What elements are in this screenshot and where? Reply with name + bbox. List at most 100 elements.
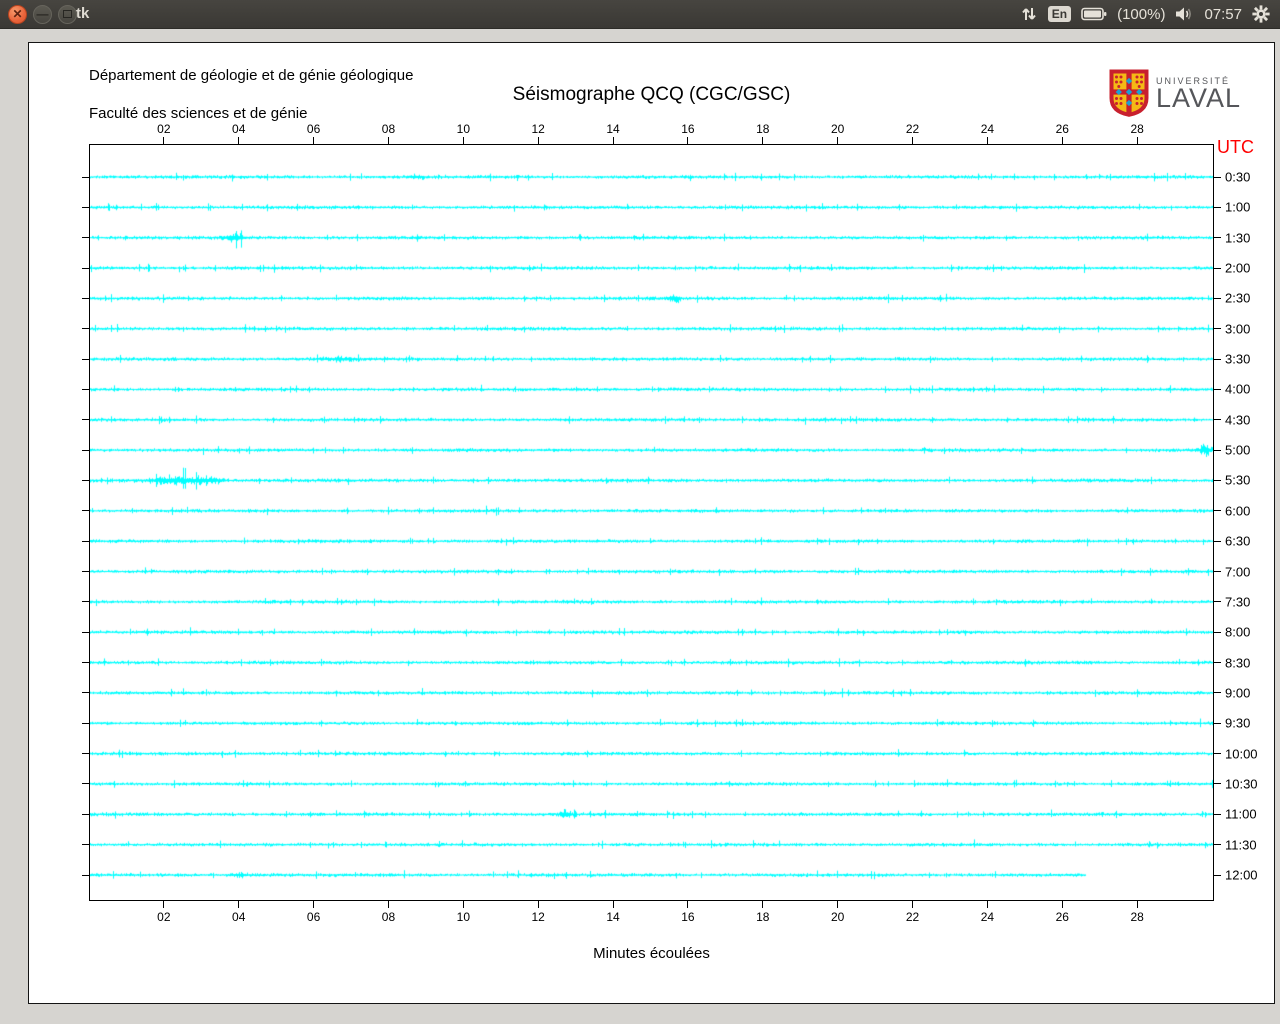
utc-row-label: 11:00 bbox=[1225, 806, 1257, 822]
x-tick-label-top: 12 bbox=[531, 122, 545, 136]
row-tick-right bbox=[1214, 510, 1221, 512]
x-tick-label-top: 04 bbox=[232, 122, 246, 136]
row-tick-left bbox=[82, 844, 89, 846]
window-buttons: ✕ — bbox=[8, 0, 77, 28]
laval-wordmark: UNIVERSITÉ LAVAL bbox=[1156, 76, 1241, 112]
row-tick-right bbox=[1214, 479, 1221, 481]
row-tick-right bbox=[1214, 297, 1221, 299]
window-titlebar: ✕ — tk En (100%) 07:57 bbox=[0, 0, 1280, 29]
network-updown-arrows-icon[interactable] bbox=[1020, 5, 1038, 23]
row-tick-left bbox=[82, 297, 89, 299]
row-tick-right bbox=[1214, 722, 1221, 724]
x-tick-top bbox=[163, 137, 165, 144]
x-tick-bottom bbox=[612, 901, 614, 908]
x-tick-top bbox=[537, 137, 539, 144]
row-tick-right bbox=[1214, 176, 1221, 178]
row-tick-left bbox=[82, 449, 89, 451]
row-tick-right bbox=[1214, 237, 1221, 239]
minimize-button[interactable]: — bbox=[33, 4, 52, 24]
x-axis-title: Minutes écoulées bbox=[593, 945, 710, 962]
utc-row-label: 11:30 bbox=[1225, 837, 1257, 853]
row-tick-left bbox=[82, 388, 89, 390]
x-tick-bottom bbox=[762, 901, 764, 908]
volume-icon[interactable] bbox=[1175, 6, 1194, 22]
x-tick-label-bottom: 16 bbox=[681, 910, 695, 924]
row-tick-left bbox=[82, 783, 89, 785]
x-tick-label-top: 14 bbox=[606, 122, 620, 136]
row-tick-right bbox=[1214, 267, 1221, 269]
row-tick-left bbox=[82, 328, 89, 330]
x-tick-label-top: 16 bbox=[681, 122, 695, 136]
x-tick-top bbox=[762, 137, 764, 144]
seismogram-plot-area bbox=[89, 144, 1214, 901]
row-tick-right bbox=[1214, 206, 1221, 208]
maximize-icon bbox=[63, 10, 72, 18]
x-tick-top bbox=[837, 137, 839, 144]
row-tick-left bbox=[82, 601, 89, 603]
utc-row-label: 1:00 bbox=[1225, 199, 1251, 215]
row-tick-left bbox=[82, 874, 89, 876]
x-tick-top bbox=[612, 137, 614, 144]
utc-row-label: 3:30 bbox=[1225, 351, 1251, 367]
utc-row-label: 5:30 bbox=[1225, 472, 1251, 488]
x-tick-label-bottom: 02 bbox=[157, 910, 171, 924]
maximize-button[interactable] bbox=[58, 4, 77, 24]
x-tick-bottom bbox=[238, 901, 240, 908]
row-tick-right bbox=[1214, 449, 1221, 451]
battery-percent-label: (100%) bbox=[1117, 5, 1166, 23]
utc-row-label: 7:00 bbox=[1225, 564, 1251, 580]
x-tick-label-bottom: 26 bbox=[1055, 910, 1069, 924]
x-tick-top bbox=[238, 137, 240, 144]
row-tick-right bbox=[1214, 419, 1221, 421]
x-tick-label-bottom: 28 bbox=[1130, 910, 1144, 924]
laval-shield-icon bbox=[1109, 69, 1149, 117]
clock[interactable]: 07:57 bbox=[1204, 6, 1242, 23]
row-tick-right bbox=[1214, 753, 1221, 755]
row-tick-right bbox=[1214, 328, 1221, 330]
x-tick-label-bottom: 08 bbox=[381, 910, 396, 924]
utc-row-label: 1:30 bbox=[1225, 230, 1251, 246]
system-tray: En (100%) 07:57 bbox=[1020, 0, 1270, 28]
utc-row-label: 4:30 bbox=[1225, 412, 1251, 428]
keyboard-layout-indicator[interactable]: En bbox=[1047, 6, 1072, 22]
row-tick-right bbox=[1214, 662, 1221, 664]
chart-title: Séismographe QCQ (CGC/GSC) bbox=[512, 84, 791, 105]
x-tick-bottom bbox=[387, 901, 389, 908]
x-tick-bottom bbox=[313, 901, 315, 908]
x-tick-label-bottom: 24 bbox=[980, 910, 995, 924]
row-tick-right bbox=[1214, 783, 1221, 785]
x-tick-top bbox=[387, 137, 389, 144]
x-tick-top bbox=[986, 137, 988, 144]
x-tick-bottom bbox=[912, 901, 914, 908]
utc-row-label: 8:30 bbox=[1225, 655, 1251, 671]
x-tick-label-bottom: 06 bbox=[306, 910, 321, 924]
x-tick-bottom bbox=[163, 901, 165, 908]
utc-row-label: 9:00 bbox=[1225, 685, 1251, 701]
x-tick-label-bottom: 10 bbox=[456, 910, 471, 924]
row-tick-left bbox=[82, 419, 89, 421]
x-tick-label-top: 20 bbox=[830, 122, 845, 136]
session-gear-icon[interactable] bbox=[1252, 5, 1270, 23]
row-tick-left bbox=[82, 571, 89, 573]
x-tick-label-bottom: 20 bbox=[830, 910, 845, 924]
x-tick-label-top: 02 bbox=[157, 122, 171, 136]
x-tick-label-top: 28 bbox=[1130, 122, 1144, 136]
row-tick-left bbox=[82, 753, 89, 755]
close-button[interactable]: ✕ bbox=[8, 4, 27, 24]
row-tick-left bbox=[82, 540, 89, 542]
row-tick-left bbox=[82, 176, 89, 178]
row-tick-right bbox=[1214, 388, 1221, 390]
x-tick-label-top: 08 bbox=[381, 122, 396, 136]
utc-row-label: 0:30 bbox=[1225, 169, 1251, 185]
row-tick-right bbox=[1214, 813, 1221, 815]
x-tick-top bbox=[313, 137, 315, 144]
desktop: ✕ — tk En (100%) 07:57 Département de gé… bbox=[0, 0, 1280, 1024]
row-tick-left bbox=[82, 662, 89, 664]
x-tick-bottom bbox=[1061, 901, 1063, 908]
row-tick-left bbox=[82, 267, 89, 269]
x-tick-label-top: 24 bbox=[980, 122, 995, 136]
battery-icon[interactable] bbox=[1081, 7, 1107, 21]
window-title: tk bbox=[76, 5, 90, 22]
row-tick-left bbox=[82, 631, 89, 633]
utc-row-label: 10:30 bbox=[1225, 776, 1258, 792]
